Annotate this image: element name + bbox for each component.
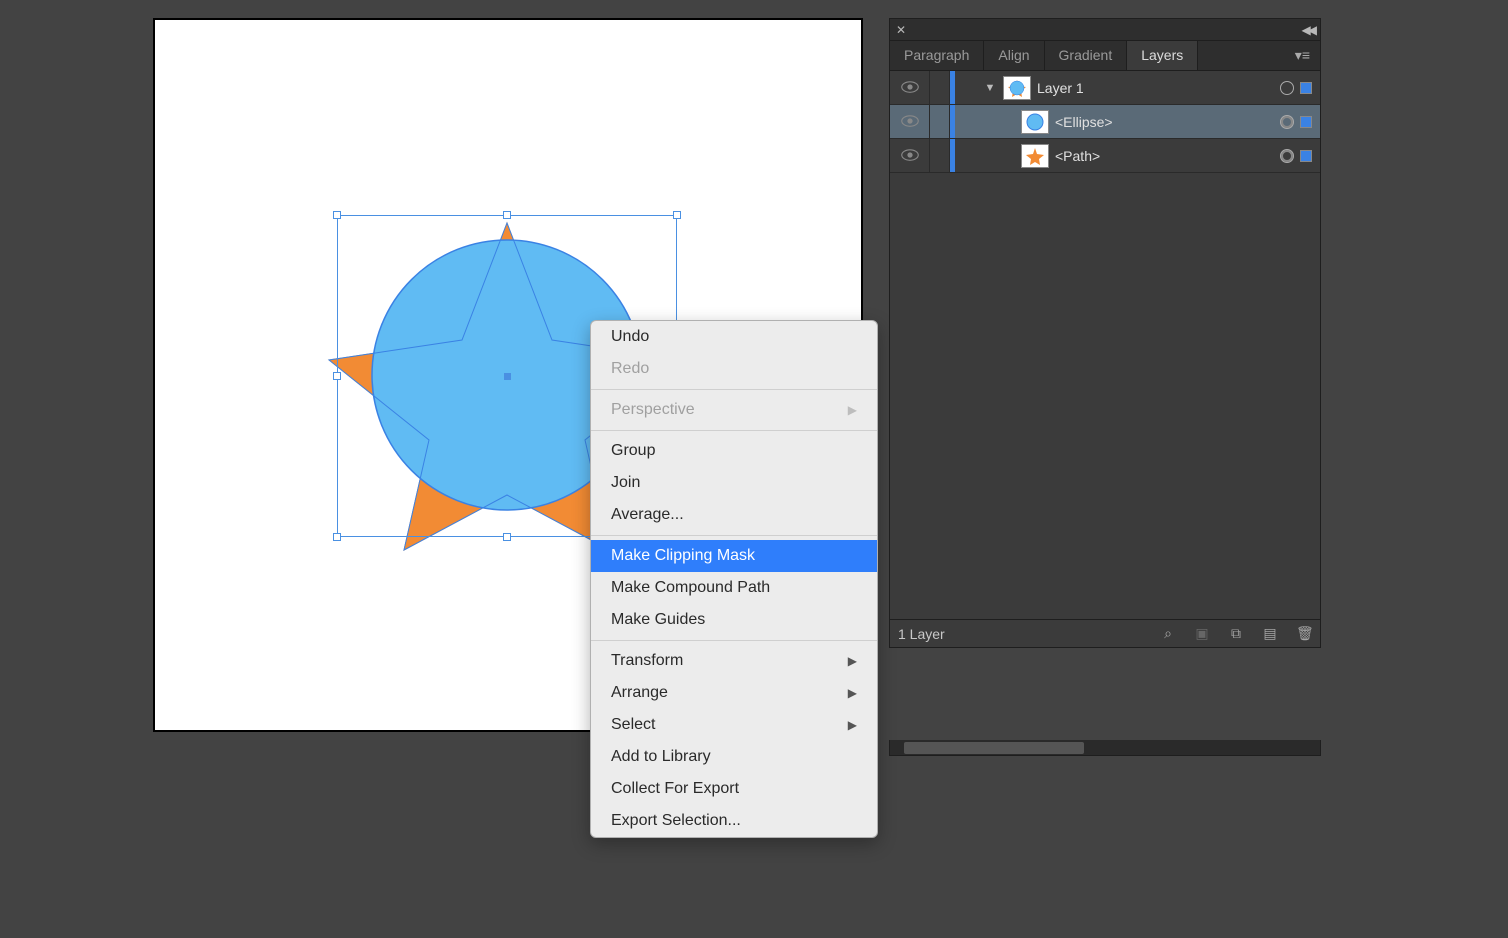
make-clipping-mask-icon[interactable]: ▣ [1194,625,1210,642]
submenu-arrow-icon: ▶ [848,649,857,673]
collapse-icon[interactable]: ◀◀ [1302,23,1314,37]
cm-add-to-library[interactable]: Add to Library [591,741,877,773]
cm-separator [591,535,877,536]
cm-collect-for-export[interactable]: Collect For Export [591,773,877,805]
locate-object-icon[interactable]: ⌕ [1160,625,1176,642]
context-menu: Undo Redo Perspective ▶ Group Join Avera… [590,320,878,838]
cm-separator [591,389,877,390]
layer-thumbnail[interactable] [1003,76,1031,100]
selection-color-swatch[interactable] [1300,82,1312,94]
cm-arrange-label: Arrange [611,681,668,705]
layer-row[interactable]: <Ellipse> [890,105,1320,139]
submenu-arrow-icon: ▶ [848,713,857,737]
selection-strip [950,71,955,104]
layer-row[interactable]: <Path> [890,139,1320,173]
cm-select-label: Select [611,713,655,737]
lock-toggle[interactable] [930,139,950,172]
target-icon[interactable] [1280,81,1294,95]
lock-toggle[interactable] [930,71,950,104]
layer-name-label[interactable]: Layer 1 [1037,80,1280,96]
cm-select[interactable]: Select ▶ [591,709,877,741]
cm-redo: Redo [591,353,877,385]
layers-count-label: 1 Layer [898,626,945,642]
panel-titlebar: ✕ ◀◀ [890,19,1320,41]
tab-gradient[interactable]: Gradient [1045,41,1128,70]
cm-undo[interactable]: Undo [591,321,877,353]
scrollbar-thumb[interactable] [904,742,1084,754]
eye-icon [901,80,919,96]
panel-menu-icon[interactable]: ▾≡ [1285,41,1320,70]
panel-horizontal-scrollbar[interactable] [889,740,1321,756]
tab-paragraph[interactable]: Paragraph [890,41,984,70]
visibility-toggle[interactable] [890,71,930,104]
layer-row[interactable]: ▼ Layer 1 [890,71,1320,105]
selection-color-swatch[interactable] [1300,150,1312,162]
cm-export-selection[interactable]: Export Selection... [591,805,877,837]
lock-toggle[interactable] [930,105,950,138]
selection-strip [950,105,955,138]
new-layer-icon[interactable]: ▤ [1262,625,1278,642]
target-icon[interactable] [1280,115,1294,129]
eye-icon [901,148,919,164]
cm-make-guides[interactable]: Make Guides [591,604,877,636]
cm-make-clipping-mask[interactable]: Make Clipping Mask [591,540,877,572]
cm-group[interactable]: Group [591,435,877,467]
cm-separator [591,640,877,641]
delete-layer-icon[interactable]: 🗑 [1296,625,1312,642]
cm-average[interactable]: Average... [591,499,877,531]
new-sublayer-icon[interactable]: ⧉ [1228,625,1244,642]
selection-color-swatch[interactable] [1300,116,1312,128]
disclosure-triangle-icon[interactable]: ▼ [983,82,997,94]
footer-icons: ⌕ ▣ ⧉ ▤ 🗑 [1160,625,1312,642]
visibility-toggle[interactable] [890,105,930,138]
layer-thumbnail[interactable] [1021,110,1049,134]
selection-strip [950,139,955,172]
visibility-toggle[interactable] [890,139,930,172]
layer-thumbnail[interactable] [1021,144,1049,168]
layer-name-label[interactable]: <Ellipse> [1055,114,1280,130]
cm-arrange[interactable]: Arrange ▶ [591,677,877,709]
cm-transform[interactable]: Transform ▶ [591,645,877,677]
layers-list: ▼ Layer 1 <Ellips [890,71,1320,619]
cm-join[interactable]: Join [591,467,877,499]
layers-panel: ✕ ◀◀ Paragraph Align Gradient Layers ▾≡ … [889,18,1321,648]
close-icon[interactable]: ✕ [896,23,906,37]
submenu-arrow-icon: ▶ [848,398,857,422]
target-icon[interactable] [1280,149,1294,163]
cm-transform-label: Transform [611,649,683,673]
submenu-arrow-icon: ▶ [848,681,857,705]
cm-perspective-label: Perspective [611,398,695,422]
tab-layers[interactable]: Layers [1127,41,1198,70]
cm-make-compound-path[interactable]: Make Compound Path [591,572,877,604]
panel-footer: 1 Layer ⌕ ▣ ⧉ ▤ 🗑 [890,619,1320,647]
tab-align[interactable]: Align [984,41,1044,70]
panel-tabs: Paragraph Align Gradient Layers ▾≡ [890,41,1320,71]
eye-icon [901,114,919,130]
cm-perspective: Perspective ▶ [591,394,877,426]
cm-separator [591,430,877,431]
layer-name-label[interactable]: <Path> [1055,148,1280,164]
